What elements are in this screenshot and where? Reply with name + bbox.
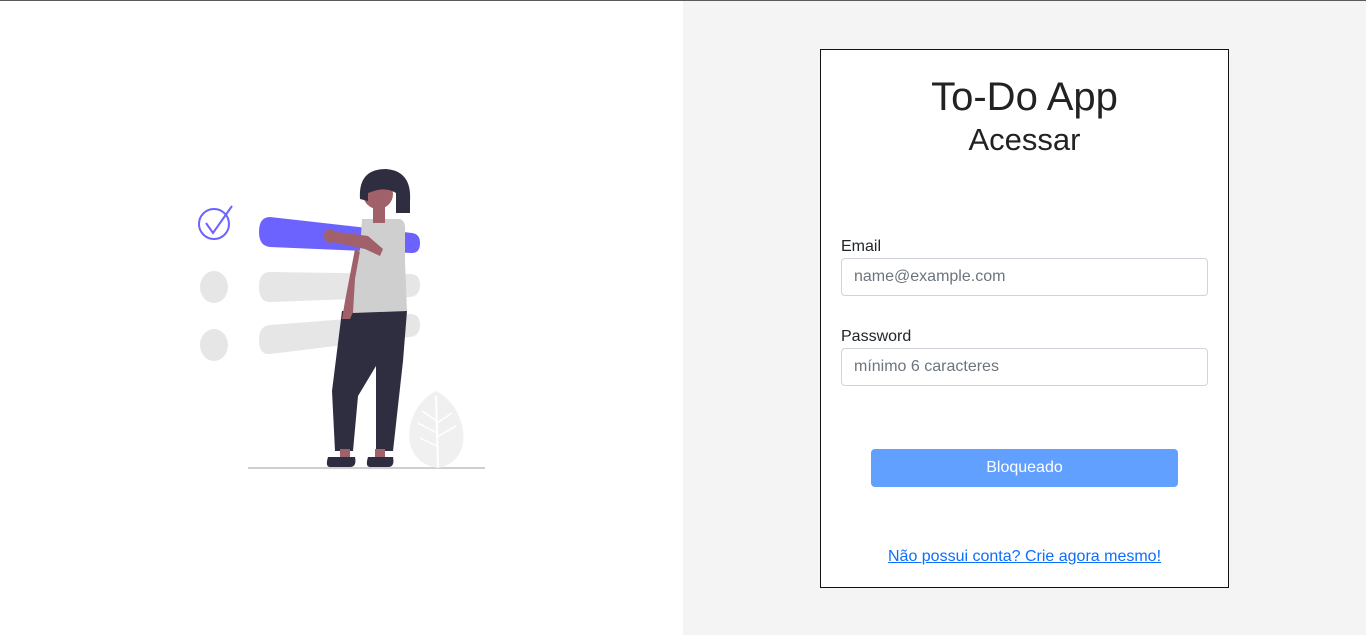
list-bullet [200, 329, 228, 361]
email-field[interactable] [841, 258, 1208, 296]
login-page: To-Do App Acessar Email Password Bloquea… [0, 0, 1366, 635]
password-label: Password [841, 328, 912, 345]
login-form: To-Do App Acessar Email Password Bloquea… [820, 49, 1229, 588]
list-bullet [200, 271, 228, 303]
check-circle-icon [198, 205, 233, 240]
illustration-panel [0, 1, 683, 635]
page-subtitle: Acessar [968, 122, 1081, 157]
app-title: To-Do App [931, 75, 1118, 119]
woman-todo-list-illustration [198, 169, 485, 469]
login-button[interactable]: Bloqueado [871, 449, 1178, 487]
email-label: Email [841, 238, 882, 255]
plant-leaf-icon [409, 391, 464, 468]
password-field[interactable] [841, 348, 1208, 386]
login-panel: To-Do App Acessar Email Password Bloquea… [683, 1, 1366, 635]
signup-link-container: Não possui conta? Crie agora mesmo! [821, 547, 1228, 567]
signup-link[interactable]: Não possui conta? Crie agora mesmo! [888, 548, 1161, 565]
